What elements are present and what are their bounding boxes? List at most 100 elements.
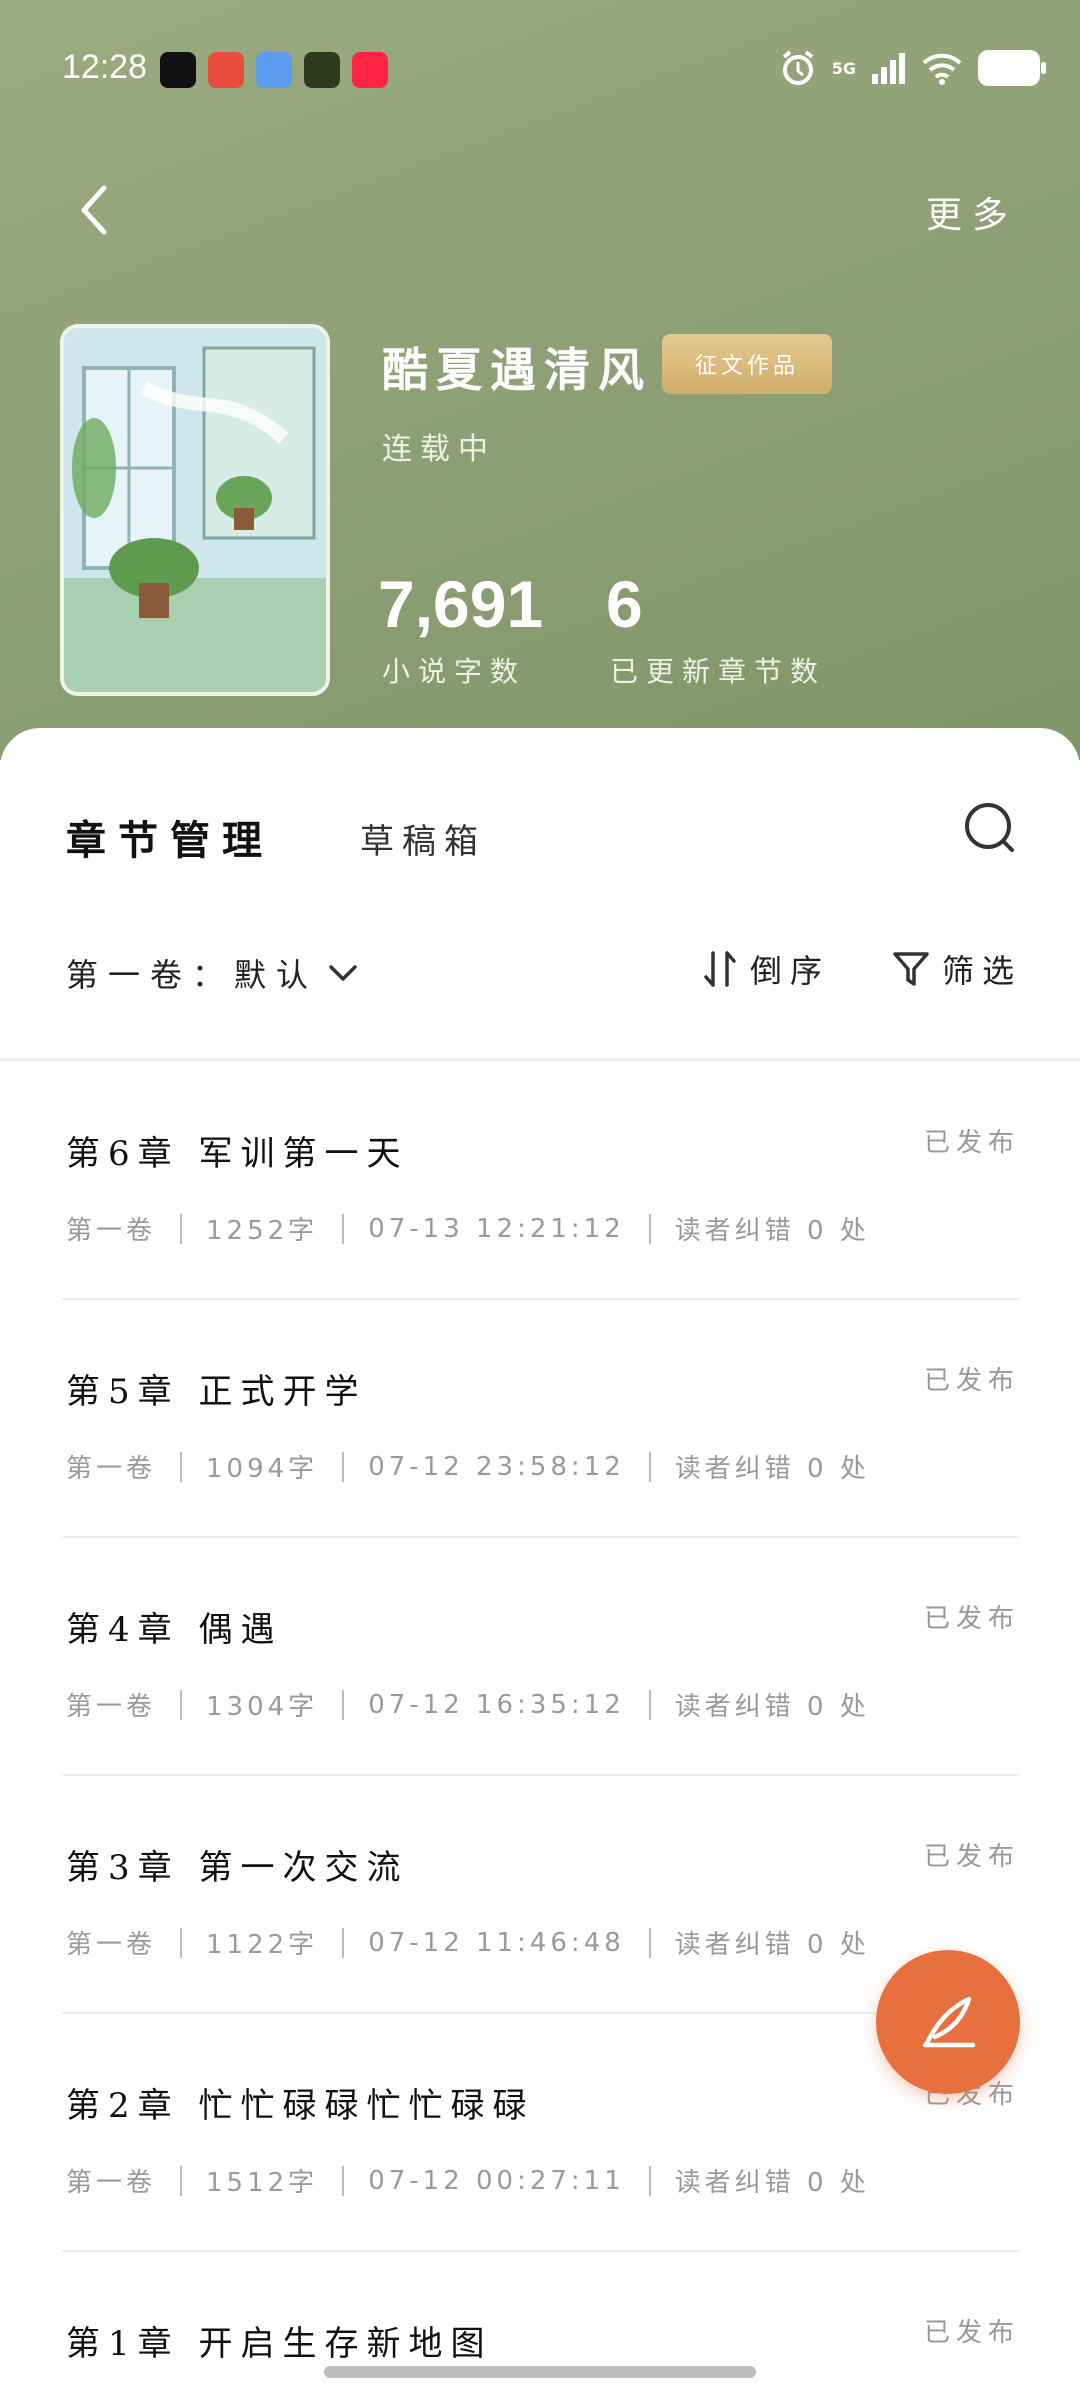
separator — [342, 1213, 345, 1244]
chapter-errata: 读者纠错 0 处 — [674, 1692, 870, 1722]
filter-button[interactable]: 筛选 — [892, 946, 1022, 992]
separator — [342, 2165, 345, 2196]
chapter-errata: 读者纠错 0 处 — [674, 1216, 870, 1246]
book-cover[interactable] — [60, 324, 330, 696]
chapter-title: 第3章 第一次交流 — [66, 1848, 409, 1888]
wifi-icon — [922, 53, 962, 85]
chapter-count-label: 已更新章节数 — [610, 655, 827, 688]
chapter-words: 1094字 — [206, 1454, 319, 1484]
chapter-item[interactable]: 第4章 偶遇 已发布 第一卷 1304字 07-12 16:35:12 读者纠错… — [62, 1538, 1020, 1776]
douyin-icon — [160, 52, 196, 88]
write-chapter-button[interactable] — [876, 1950, 1020, 2094]
divider — [0, 1058, 1080, 1061]
word-count-value: 7,691 — [378, 567, 544, 641]
separator — [180, 1213, 183, 1244]
search-icon — [965, 803, 1014, 852]
network-type: 5G — [831, 58, 856, 78]
chapter-count-value: 6 — [606, 567, 643, 641]
serial-status: 连载中 — [382, 432, 496, 467]
filter-label: 筛选 — [942, 952, 1023, 990]
chapter-item[interactable]: 第3章 第一次交流 已发布 第一卷 1122字 07-12 11:46:48 读… — [62, 1776, 1020, 2014]
app-green-icon — [304, 52, 340, 88]
chevron-left-icon — [81, 185, 107, 235]
chapter-item[interactable]: 第2章 忙忙碌碌忙忙碌碌 已发布 第一卷 1512字 07-12 00:27:1… — [62, 2014, 1020, 2252]
home-indicator[interactable] — [324, 2366, 756, 2378]
chapter-title: 第4章 偶遇 — [66, 1610, 283, 1650]
alarm-icon — [782, 50, 814, 85]
book-title: 酷夏遇清风 — [382, 343, 652, 397]
chapter-title: 第5章 正式开学 — [66, 1372, 367, 1412]
separator — [342, 1927, 345, 1958]
separator — [648, 1689, 651, 1720]
publish-status: 已发布 — [923, 1842, 1020, 1872]
chapter-title: 第1章 开启生存新地图 — [66, 2324, 493, 2364]
chapter-words: 1122字 — [206, 1930, 319, 1960]
separator — [342, 1689, 345, 1720]
separator — [342, 1451, 345, 1482]
separator — [648, 1213, 651, 1244]
chapter-errata: 读者纠错 0 处 — [674, 1930, 870, 1960]
signal-icon — [872, 53, 905, 84]
system-icons: 5G — [778, 48, 1046, 88]
back-button[interactable] — [70, 180, 120, 240]
notification-icons — [160, 52, 388, 88]
publish-status: 已发布 — [923, 1604, 1020, 1634]
search-button[interactable] — [962, 800, 1018, 856]
xiaohongshu-icon — [352, 52, 388, 88]
chapter-volume: 第一卷 — [66, 1930, 157, 1960]
chevron-down-icon — [329, 965, 357, 981]
chapter-meta: 第一卷 1094字 07-12 23:58:12 读者纠错 0 处 — [66, 1448, 870, 1485]
chapter-item[interactable]: 第5章 正式开学 已发布 第一卷 1094字 07-12 23:58:12 读者… — [62, 1300, 1020, 1538]
tab-chapter-management[interactable]: 章节管理 — [66, 808, 274, 866]
chapter-words: 1252字 — [206, 1216, 319, 1246]
chapter-meta: 第一卷 1304字 07-12 16:35:12 读者纠错 0 处 — [66, 1686, 870, 1723]
filter-bar: 第一卷：默认 倒序 筛选 — [0, 940, 1080, 1020]
chapter-time: 07-12 00:27:11 — [368, 2165, 625, 2196]
chapter-title: 第6章 军训第一天 — [66, 1134, 409, 1174]
separator — [180, 1689, 183, 1720]
chapter-time: 07-12 23:58:12 — [368, 1451, 625, 1482]
contest-badge: 征文作品 — [662, 334, 832, 394]
tab-drafts[interactable]: 草稿箱 — [360, 814, 486, 863]
cover-illustration — [64, 328, 326, 692]
chapter-meta: 第一卷 1512字 07-12 00:27:11 读者纠错 0 处 — [66, 2162, 870, 2199]
publish-status: 已发布 — [923, 2318, 1020, 2348]
chapter-title: 第2章 忙忙碌碌忙忙碌碌 — [66, 2086, 535, 2126]
separator — [648, 1927, 651, 1958]
chapter-volume: 第一卷 — [66, 1454, 157, 1484]
app-red-icon — [208, 52, 244, 88]
chapter-time: 07-13 12:21:12 — [368, 1213, 625, 1244]
funnel-icon — [893, 952, 929, 986]
status-time: 12:28 — [62, 48, 148, 86]
sort-icon — [704, 951, 736, 987]
volume-label: 第一卷：默认 — [66, 956, 319, 994]
chapter-time: 07-12 11:46:48 — [368, 1927, 625, 1958]
chapter-volume: 第一卷 — [66, 1216, 157, 1246]
publish-status: 已发布 — [923, 1128, 1020, 1158]
more-button[interactable]: 更多 — [926, 186, 1018, 238]
chapter-meta: 第一卷 1122字 07-12 11:46:48 读者纠错 0 处 — [66, 1924, 870, 1961]
chapter-volume: 第一卷 — [66, 2168, 157, 2198]
separator — [648, 2165, 651, 2196]
status-bar: 12:28 5G — [0, 0, 1080, 140]
separator — [180, 1927, 183, 1958]
sort-label: 倒序 — [750, 952, 831, 990]
chapter-words: 1512字 — [206, 2168, 319, 2198]
chapter-words: 1304字 — [206, 1692, 319, 1722]
separator — [180, 1451, 183, 1482]
chapter-time: 07-12 16:35:12 — [368, 1689, 625, 1720]
word-count-label: 小说字数 — [382, 655, 527, 688]
quill-icon — [922, 1996, 976, 2048]
chapter-volume: 第一卷 — [66, 1692, 157, 1722]
publish-status: 已发布 — [923, 1366, 1020, 1396]
chapter-item[interactable]: 第6章 军训第一天 已发布 第一卷 1252字 07-13 12:21:12 读… — [62, 1062, 1020, 1300]
chapter-errata: 读者纠错 0 处 — [674, 1454, 870, 1484]
volume-selector[interactable]: 第一卷：默认 — [66, 950, 360, 996]
app-blue-icon — [256, 52, 292, 88]
battery-icon — [978, 50, 1046, 86]
sort-button[interactable]: 倒序 — [702, 946, 830, 992]
separator — [180, 2165, 183, 2196]
chapter-errata: 读者纠错 0 处 — [674, 2168, 870, 2198]
chapter-meta: 第一卷 1252字 07-13 12:21:12 读者纠错 0 处 — [66, 1210, 870, 1247]
separator — [648, 1451, 651, 1482]
